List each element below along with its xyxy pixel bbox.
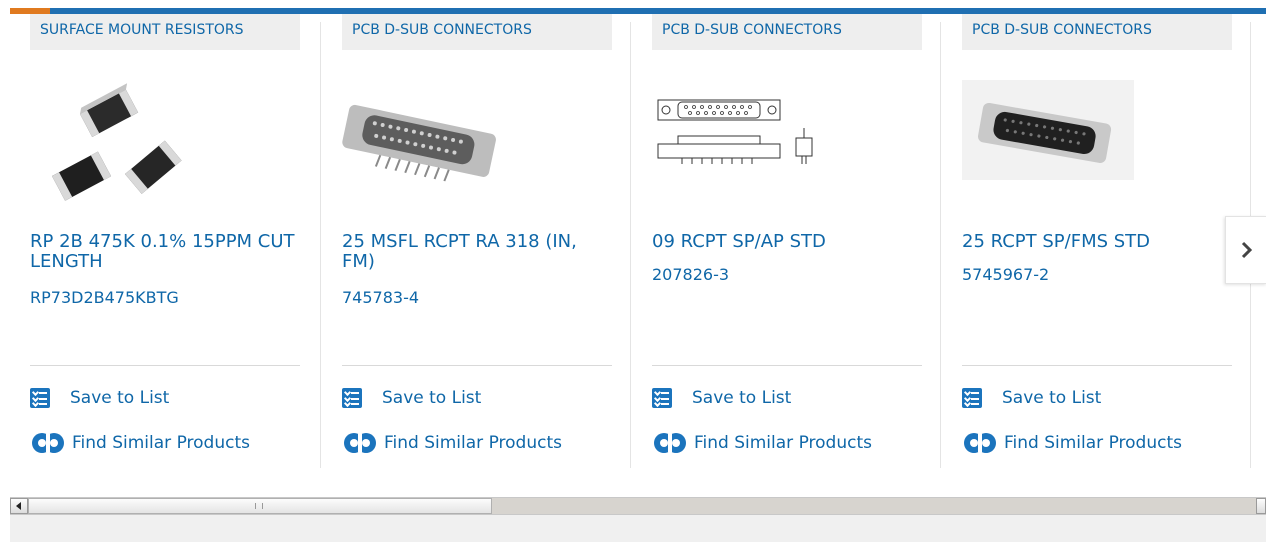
bottom-panel	[10, 515, 1266, 542]
product-card: PCB D-SUB CONNECTORS 25 MSFL RCPT RA 318…	[322, 14, 632, 469]
find-similar-products-button[interactable]: Find Similar Products	[342, 429, 562, 457]
product-card: PCB D-SUB CONNECTORS 25 RCPT SP/FMS STD …	[942, 14, 1252, 469]
gears-icon	[654, 433, 686, 453]
part-number[interactable]: 207826-3	[652, 265, 922, 285]
product-image-resistors[interactable]	[30, 66, 300, 216]
divider	[652, 365, 922, 366]
product-image-dsub-straight[interactable]	[962, 66, 1232, 216]
product-image-dsub-drawing[interactable]	[652, 66, 922, 216]
chevron-right-icon	[1241, 241, 1252, 259]
part-number[interactable]: 5745967-2	[962, 265, 1232, 285]
find-similar-products-label: Find Similar Products	[1004, 433, 1182, 453]
save-to-list-button[interactable]: Save to List	[652, 384, 791, 412]
gears-icon	[964, 433, 996, 453]
divider	[30, 365, 300, 366]
horizontal-scrollbar[interactable]	[10, 497, 1266, 515]
gears-icon	[344, 433, 376, 453]
card-separator	[320, 22, 321, 468]
divider	[342, 365, 612, 366]
scroll-left-arrow-icon[interactable]	[10, 498, 28, 514]
save-to-list-button[interactable]: Save to List	[962, 384, 1101, 412]
card-separator	[630, 22, 631, 468]
save-to-list-label: Save to List	[70, 388, 170, 408]
category-label[interactable]: PCB D-SUB CONNECTORS	[342, 14, 612, 50]
save-to-list-label: Save to List	[382, 388, 482, 408]
checklist-icon	[962, 388, 982, 408]
category-label[interactable]: PCB D-SUB CONNECTORS	[652, 14, 922, 50]
product-card: PCB D-SUB CONNECTORS 09 RCPT SP/AP STD 2…	[632, 14, 942, 469]
save-to-list-label: Save to List	[1002, 388, 1102, 408]
product-title[interactable]: RP 2B 475K 0.1% 15PPM CUT LENGTH	[30, 232, 300, 272]
product-title[interactable]: 09 RCPT SP/AP STD	[652, 232, 922, 252]
checklist-icon	[652, 388, 672, 408]
product-carousel: SURFACE MOUNT RESISTORS RP 2B 475K 0.1% …	[10, 14, 1266, 484]
save-to-list-label: Save to List	[692, 388, 792, 408]
part-number[interactable]: 745783-4	[342, 288, 612, 308]
scrollbar-track[interactable]	[492, 498, 1266, 514]
find-similar-products-label: Find Similar Products	[72, 433, 250, 453]
checklist-icon	[30, 388, 50, 408]
find-similar-products-label: Find Similar Products	[384, 433, 562, 453]
gears-icon	[32, 433, 64, 453]
find-similar-products-label: Find Similar Products	[694, 433, 872, 453]
product-card: SURFACE MOUNT RESISTORS RP 2B 475K 0.1% …	[10, 14, 320, 469]
part-number[interactable]: RP73D2B475KBTG	[30, 288, 300, 308]
checklist-icon	[342, 388, 362, 408]
scroll-right-arrow-icon[interactable]	[1256, 498, 1266, 514]
save-to-list-button[interactable]: Save to List	[342, 384, 481, 412]
carousel-next-button[interactable]	[1225, 216, 1266, 284]
divider	[962, 365, 1232, 366]
product-title[interactable]: 25 MSFL RCPT RA 318 (IN, FM)	[342, 232, 612, 272]
find-similar-products-button[interactable]: Find Similar Products	[652, 429, 872, 457]
card-separator	[940, 22, 941, 468]
category-label[interactable]: PCB D-SUB CONNECTORS	[962, 14, 1232, 50]
save-to-list-button[interactable]: Save to List	[30, 384, 169, 412]
product-title[interactable]: 25 RCPT SP/FMS STD	[962, 232, 1232, 252]
find-similar-products-button[interactable]: Find Similar Products	[962, 429, 1182, 457]
category-label[interactable]: SURFACE MOUNT RESISTORS	[30, 14, 300, 50]
scrollbar-thumb[interactable]	[28, 498, 492, 514]
find-similar-products-button[interactable]: Find Similar Products	[30, 429, 250, 457]
product-image-dsub-right-angle[interactable]	[342, 66, 612, 216]
